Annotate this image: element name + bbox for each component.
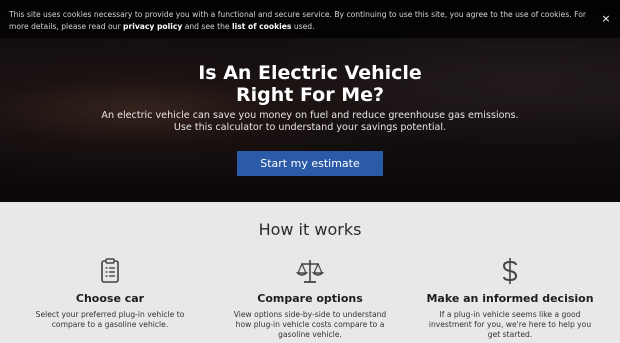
cookie-text-part: used. bbox=[291, 22, 315, 31]
hero-title-line2: Right For Me? bbox=[235, 84, 385, 106]
hero-title-line1: Is An Electric Vehicle bbox=[198, 62, 422, 84]
hero-subtitle: An electric vehicle can save you money o… bbox=[90, 110, 530, 134]
step-title: Compare options bbox=[257, 292, 363, 305]
hero-subtitle-line2: Use this calculator to understand your s… bbox=[173, 122, 447, 133]
step-title: Choose car bbox=[75, 292, 145, 305]
start-estimate-button[interactable]: Start my estimate bbox=[237, 151, 383, 176]
privacy-policy-link[interactable]: privacy policy bbox=[123, 22, 182, 31]
how-it-works-title: How it works bbox=[258, 220, 362, 239]
hero-title: Is An Electric Vehicle Right For Me? bbox=[110, 62, 510, 106]
scales-icon bbox=[295, 260, 325, 283]
hero-subtitle-line1: An electric vehicle can save you money o… bbox=[101, 110, 519, 121]
clipboard-icon bbox=[101, 258, 119, 283]
step-title: Make an informed decision bbox=[426, 292, 594, 305]
cookie-list-link[interactable]: list of cookies bbox=[232, 22, 291, 31]
dollar-icon bbox=[502, 258, 518, 284]
cookie-text-part: and see the bbox=[182, 22, 233, 31]
close-icon[interactable]: × bbox=[600, 12, 612, 26]
cookie-banner: This site uses cookies necessary to prov… bbox=[0, 0, 620, 38]
step-description: View options side-by-side to understand … bbox=[233, 310, 387, 339]
step-description: If a plug-in vehicle seems like a good i… bbox=[428, 310, 592, 339]
step-description: Select your preferred plug-in vehicle to… bbox=[35, 310, 185, 329]
cookie-banner-text: This site uses cookies necessary to prov… bbox=[9, 9, 589, 33]
step-compare-options: Compare options View options side-by-sid… bbox=[210, 256, 410, 340]
step-choose-car: Choose car Select your preferred plug-in… bbox=[10, 256, 210, 330]
step-make-decision: Make an informed decision If a plug-in v… bbox=[410, 256, 610, 340]
